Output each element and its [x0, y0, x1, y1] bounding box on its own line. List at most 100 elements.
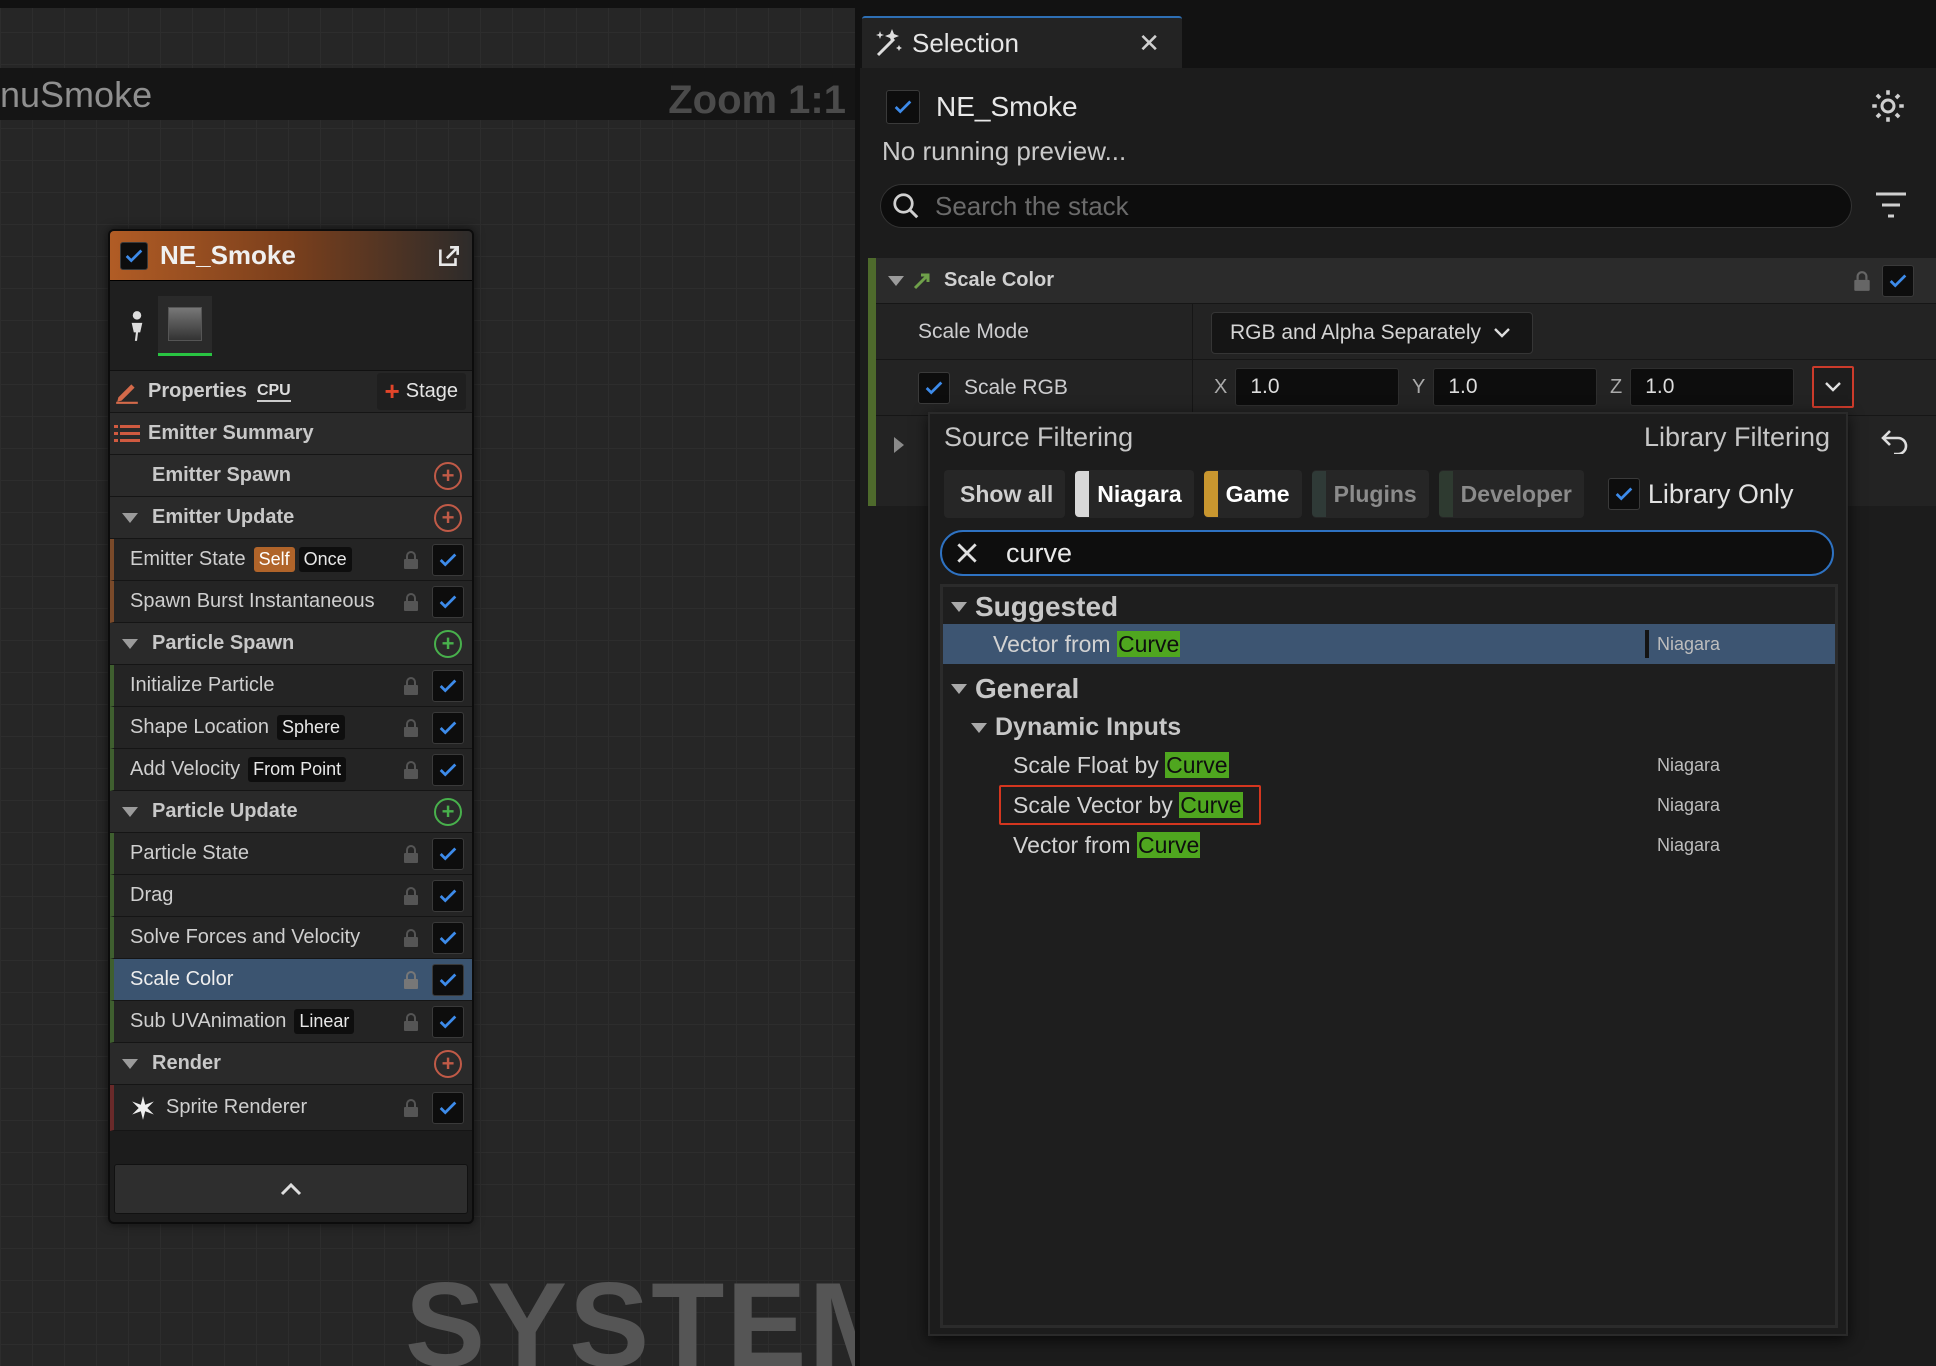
lock-icon[interactable]	[402, 970, 420, 990]
add-renderer-icon[interactable]: +	[434, 1049, 462, 1078]
expand-triangle-icon[interactable]	[892, 436, 906, 454]
collapse-triangle-icon[interactable]	[122, 806, 138, 817]
collapse-triangle-icon[interactable]	[122, 512, 138, 523]
module-row-sub-uv[interactable]: Sub UVAnimation Linear	[110, 1001, 472, 1043]
close-icon[interactable]: ✕	[1138, 28, 1160, 59]
emitter-enable-checkbox[interactable]	[120, 241, 148, 270]
module-enable-checkbox[interactable]	[432, 711, 464, 744]
particle-update-row[interactable]: Particle Update +	[110, 791, 472, 833]
category-suggested[interactable]: Suggested	[947, 591, 1118, 623]
scale-mode-dropdown[interactable]: RGB and Alpha Separately	[1211, 312, 1533, 354]
filter-icon[interactable]	[1874, 190, 1908, 220]
filter-chip-developer[interactable]: Developer	[1438, 470, 1584, 518]
module-row-drag[interactable]: Drag	[110, 875, 472, 917]
module-enable-checkbox[interactable]	[432, 543, 464, 576]
lock-icon[interactable]	[402, 760, 420, 780]
search-results-list[interactable]: Suggested Vector from Curve Niagara Gene…	[940, 584, 1838, 1328]
module-row-scale-color[interactable]: Scale Color	[110, 959, 472, 1001]
dynamic-input-search-input[interactable]	[1006, 537, 1806, 569]
module-row-shape-location[interactable]: Shape Location Sphere	[110, 707, 472, 749]
add-module-icon[interactable]: +	[434, 461, 462, 490]
module-row-sprite-renderer[interactable]: Sprite Renderer	[110, 1085, 472, 1131]
library-only-toggle[interactable]: Library Only	[1607, 478, 1793, 510]
module-enable-checkbox[interactable]	[432, 1005, 464, 1038]
collapse-triangle-icon[interactable]	[122, 1058, 138, 1069]
module-row-initialize-particle[interactable]: Initialize Particle	[110, 665, 472, 707]
module-enable-checkbox[interactable]	[432, 921, 464, 954]
lock-icon[interactable]	[402, 1098, 420, 1118]
dynamic-input-search-field[interactable]	[940, 530, 1834, 576]
module-row-particle-state[interactable]: Particle State	[110, 833, 472, 875]
chip-label: Developer	[1460, 480, 1572, 507]
emitter-node-header[interactable]: NE_Smoke	[110, 231, 472, 281]
module-enable-checkbox[interactable]	[432, 879, 464, 912]
collapse-triangle-icon[interactable]	[122, 638, 138, 649]
add-stage-button[interactable]: + Stage	[376, 373, 466, 410]
result-item-vector-from-curve[interactable]: Vector from Curve Niagara	[943, 825, 1835, 865]
collapse-node-button[interactable]	[114, 1164, 468, 1214]
clear-search-icon[interactable]	[954, 540, 980, 566]
lock-icon[interactable]	[402, 1012, 420, 1032]
module-row-emitter-state[interactable]: Emitter State Self Once	[110, 539, 472, 581]
system-graph-canvas[interactable]: nuSmoke Zoom 1:1 SYSTEM NE_Smoke Propert…	[0, 0, 908, 1366]
lock-icon[interactable]	[402, 676, 420, 696]
collapse-triangle-icon[interactable]	[951, 602, 967, 612]
dynamic-input-dropdown-button[interactable]	[1812, 366, 1854, 408]
stack-search-field[interactable]	[880, 184, 1852, 228]
emitter-update-row[interactable]: Emitter Update +	[110, 497, 472, 539]
lock-icon[interactable]	[402, 928, 420, 948]
add-module-icon[interactable]: +	[434, 503, 462, 532]
open-external-icon[interactable]	[436, 243, 462, 269]
reset-arrow-icon[interactable]	[1880, 428, 1910, 454]
emitter-enable-checkbox[interactable]	[886, 90, 920, 124]
list-icon	[114, 424, 140, 442]
result-item-scale-float-by-curve[interactable]: Scale Float by Curve Niagara	[943, 745, 1835, 785]
emitter-spawn-row[interactable]: Emitter Spawn +	[110, 455, 472, 497]
tab-selection[interactable]: Selection ✕	[862, 16, 1182, 68]
filter-chip-game[interactable]: Game	[1203, 470, 1302, 518]
library-only-checkbox[interactable]	[1607, 478, 1640, 510]
module-enable-checkbox[interactable]	[432, 1091, 464, 1124]
gear-icon[interactable]	[1870, 88, 1906, 124]
z-value-input[interactable]: 1.0	[1630, 368, 1795, 406]
y-value-input[interactable]: 1.0	[1433, 368, 1598, 406]
module-row-spawn-burst[interactable]: Spawn Burst Instantaneous	[110, 581, 472, 623]
add-module-icon[interactable]: +	[434, 629, 462, 658]
lock-icon[interactable]	[402, 550, 420, 570]
module-enable-checkbox[interactable]	[432, 963, 464, 996]
category-general[interactable]: General	[947, 673, 1079, 705]
result-item-suggested-vector-from-curve[interactable]: Vector from Curve Niagara	[943, 624, 1835, 664]
module-row-add-velocity[interactable]: Add Velocity From Point	[110, 749, 472, 791]
lock-icon[interactable]	[402, 844, 420, 864]
properties-row[interactable]: Properties CPU + Stage	[110, 371, 472, 413]
add-module-icon[interactable]: +	[434, 797, 462, 826]
collapse-triangle-icon[interactable]	[888, 275, 904, 286]
emitter-thumbnail[interactable]	[158, 295, 212, 356]
filter-chip-niagara[interactable]: Niagara	[1075, 470, 1194, 518]
emitter-summary-row[interactable]: Emitter Summary	[110, 413, 472, 455]
person-icon[interactable]	[124, 309, 150, 343]
particle-spawn-row[interactable]: Particle Spawn +	[110, 623, 472, 665]
module-tag: Linear	[294, 1009, 355, 1034]
module-enable-checkbox[interactable]	[432, 837, 464, 870]
collapse-triangle-icon[interactable]	[951, 684, 967, 694]
module-enable-checkbox[interactable]	[432, 669, 464, 702]
module-row-solve-forces[interactable]: Solve Forces and Velocity	[110, 917, 472, 959]
lock-icon[interactable]	[402, 718, 420, 738]
module-enable-checkbox[interactable]	[432, 753, 464, 786]
render-row[interactable]: Render +	[110, 1043, 472, 1085]
lock-icon[interactable]	[402, 886, 420, 906]
x-value-input[interactable]: 1.0	[1235, 368, 1400, 406]
category-dynamic-inputs[interactable]: Dynamic Inputs	[967, 713, 1181, 742]
filter-chip-plugins[interactable]: Plugins	[1311, 470, 1429, 518]
stack-search-input[interactable]	[935, 190, 1815, 222]
module-header-scale-color[interactable]: Scale Color	[876, 258, 1936, 304]
lock-icon[interactable]	[402, 592, 420, 612]
lock-icon[interactable]	[1852, 270, 1872, 292]
show-all-button[interactable]: Show all	[944, 470, 1066, 518]
emitter-node[interactable]: NE_Smoke Properties CPU + Stage Emitter …	[108, 229, 474, 1224]
scale-rgb-checkbox[interactable]	[918, 371, 950, 404]
module-enable-checkbox[interactable]	[1882, 264, 1914, 297]
collapse-triangle-icon[interactable]	[971, 722, 987, 733]
module-enable-checkbox[interactable]	[432, 585, 464, 618]
